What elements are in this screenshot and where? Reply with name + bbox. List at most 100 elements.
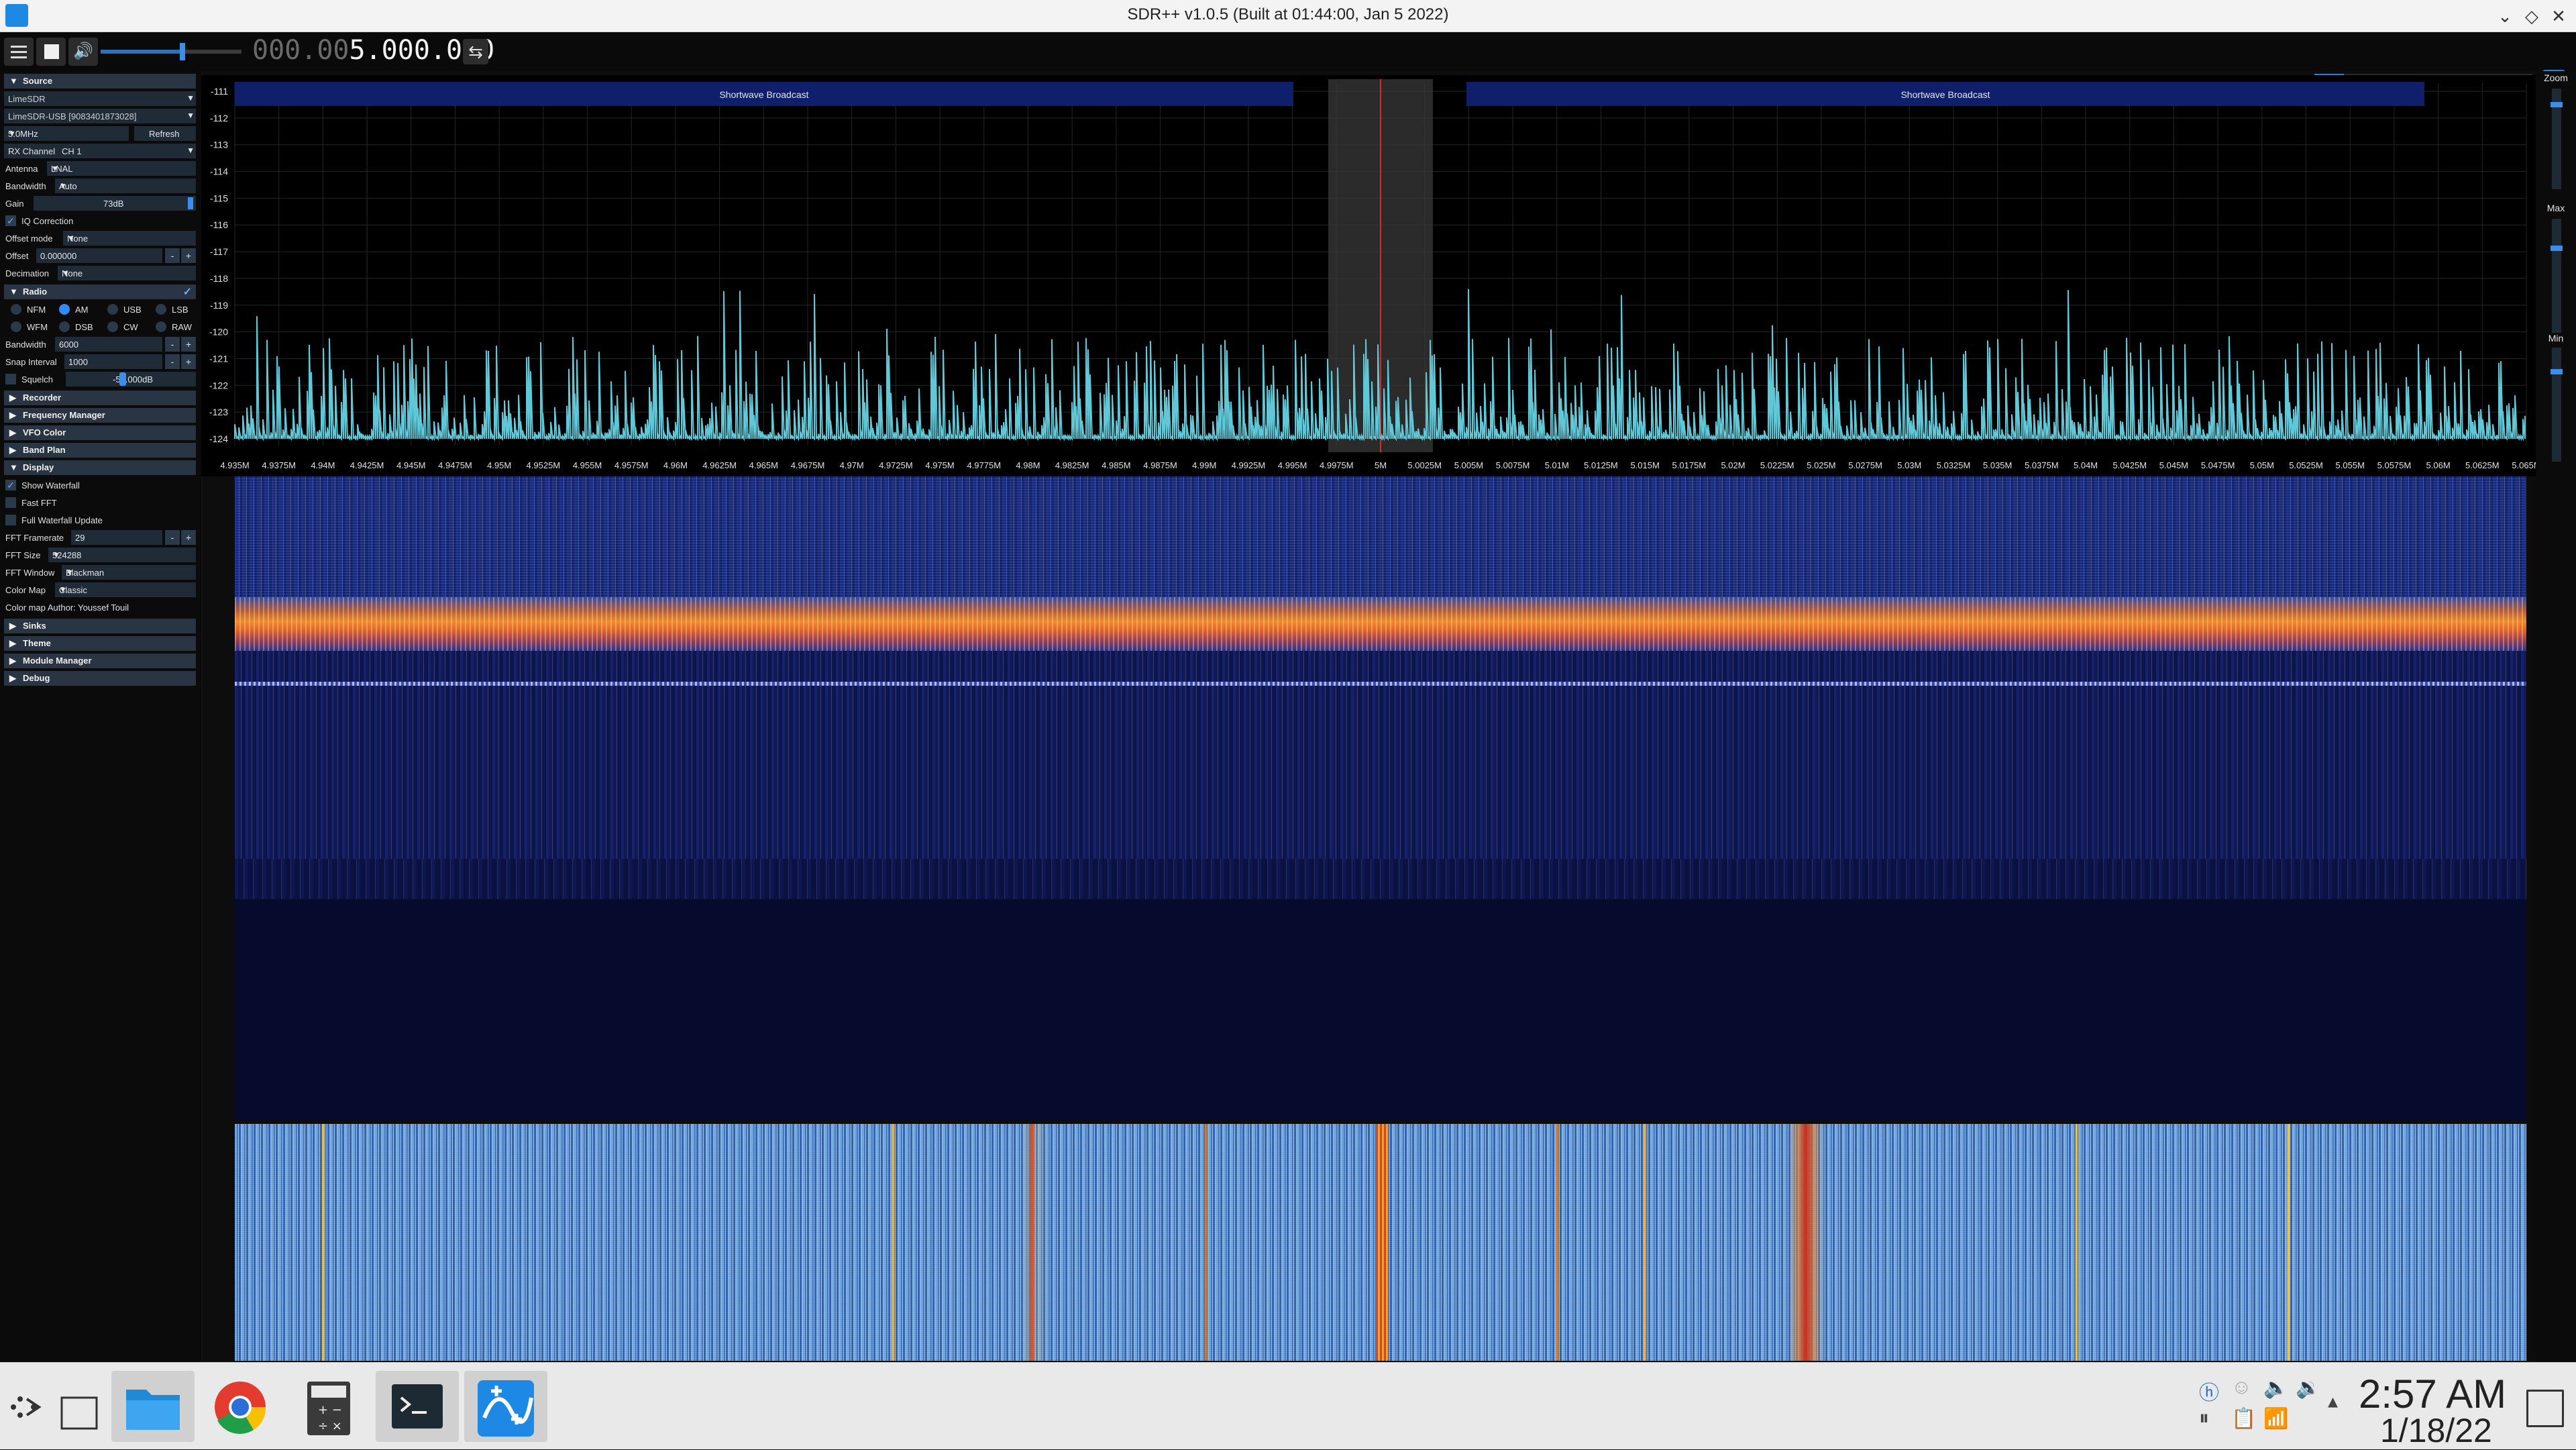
mode-cw-radio[interactable]	[107, 321, 118, 332]
fft-y-tick-label: -112	[210, 113, 228, 123]
min-slider[interactable]	[2552, 348, 2561, 462]
minimize-icon[interactable]: ⌄	[2493, 4, 2517, 28]
file-manager-icon[interactable]	[111, 1371, 195, 1442]
debug-section-header[interactable]: ▶ Debug	[4, 671, 196, 686]
squelch-slider-handle[interactable]	[119, 372, 126, 386]
expand-icon: ▶	[9, 410, 16, 420]
decimation-select[interactable]: None ▼	[58, 266, 196, 280]
frequency-manager-section-header[interactable]: ▶ Frequency Manager	[4, 408, 196, 423]
bandwidth-plus-button[interactable]: +	[181, 337, 196, 352]
mode-lsb-radio[interactable]	[156, 304, 166, 315]
mode-am-radio[interactable]	[59, 304, 70, 315]
mode-dsb-radio[interactable]	[59, 321, 70, 332]
show-waterfall-row: ✓ Show Waterfall	[4, 478, 196, 493]
antenna-select[interactable]: LNAL ▼	[47, 161, 196, 176]
close-icon[interactable]: ✕	[2546, 4, 2571, 28]
color-map-author-row: Color map Author: Youssef Touil	[5, 603, 129, 613]
source-section-header[interactable]: ▼ Source	[4, 74, 196, 89]
app-launcher-icon[interactable]	[0, 1371, 54, 1442]
mode-wfm-radio[interactable]	[11, 321, 21, 332]
wifi-icon[interactable]: 📶	[2263, 1407, 2288, 1431]
tray-expand-icon[interactable]: ▴	[2328, 1390, 2338, 1413]
swap-icon[interactable]: ⇆	[463, 39, 488, 64]
snap-interval-input[interactable]: 1000	[64, 354, 162, 369]
snap-minus-button[interactable]: -	[165, 354, 180, 369]
frequency-display[interactable]: 000.005.000.000	[252, 35, 494, 66]
volume-icon[interactable]: 🔊	[68, 38, 98, 66]
vfo-color-section-header[interactable]: ▶ VFO Color	[4, 425, 196, 440]
terminal-icon[interactable]	[376, 1371, 459, 1442]
clock-time[interactable]: 2:57 AM	[2359, 1371, 2506, 1417]
clock-date[interactable]: 1/18/22	[2380, 1411, 2492, 1450]
waterfall[interactable]	[235, 476, 2526, 1361]
samplerate-select[interactable]: 5.0MHz ▼	[4, 126, 129, 141]
stop-button[interactable]	[36, 38, 66, 66]
mode-nfm-radio[interactable]	[11, 304, 21, 315]
frequency-leading-digits[interactable]: 000.00	[252, 35, 350, 66]
fft-x-tick-label: 5.0475M	[2201, 460, 2235, 470]
show-desktop-corner-icon[interactable]	[2526, 1390, 2564, 1427]
offset-minus-button[interactable]: -	[165, 248, 180, 263]
user-icon[interactable]: ☺	[2231, 1376, 2252, 1399]
max-slider[interactable]	[2552, 219, 2561, 333]
framerate-plus-button[interactable]: +	[181, 530, 196, 545]
menu-button[interactable]	[4, 38, 34, 66]
media-pause-icon[interactable]: ⏸	[2199, 1407, 2209, 1430]
radio-bandwidth-input[interactable]: 6000	[55, 337, 162, 352]
recorder-section-header[interactable]: ▶ Recorder	[4, 391, 196, 405]
speaker-icon[interactable]: 🔈	[2263, 1376, 2288, 1400]
zoom-slider-handle[interactable]	[2551, 102, 2563, 107]
max-slider-handle[interactable]	[2551, 246, 2563, 251]
fft-window-select[interactable]: Blackman ▼	[62, 565, 196, 580]
module-manager-section-header[interactable]: ▶ Module Manager	[4, 654, 196, 668]
source-bandwidth-select[interactable]: Auto ▼	[55, 178, 196, 193]
gain-slider[interactable]: 73dB	[34, 196, 196, 211]
chrome-icon[interactable]	[199, 1371, 282, 1442]
volume-slider-handle[interactable]	[180, 43, 185, 60]
sinks-section-header[interactable]: ▶ Sinks	[4, 619, 196, 633]
maximize-icon[interactable]: ◇	[2520, 4, 2544, 28]
squelch-checkbox[interactable]	[5, 374, 16, 384]
framerate-minus-button[interactable]: -	[165, 530, 180, 545]
volume-tray-icon[interactable]: 🔉	[2296, 1376, 2320, 1400]
snap-plus-button[interactable]: +	[181, 354, 196, 369]
bandwidth-minus-button[interactable]: -	[165, 337, 180, 352]
theme-section-header[interactable]: ▶ Theme	[4, 636, 196, 651]
waterfall-carrier	[1376, 1124, 1388, 1361]
mode-raw-radio[interactable]	[156, 321, 166, 332]
refresh-button[interactable]: Refresh	[134, 126, 196, 141]
offset-plus-button[interactable]: +	[181, 248, 196, 263]
iq-correction-checkbox[interactable]: ✓	[5, 215, 16, 226]
fft-x-tick-label: 4.9775M	[967, 460, 1001, 470]
fft-x-tick-label: 4.9925M	[1232, 460, 1266, 470]
fft-plot[interactable]: Shortwave Broadcast Shortwave Broadcast …	[201, 75, 2541, 476]
device-select[interactable]: LimeSDR ▼	[4, 91, 196, 106]
clipboard-icon[interactable]: 📋	[2231, 1407, 2256, 1431]
fft-x-tick-label: 4.995M	[1278, 460, 1307, 470]
rx-channel-select[interactable]: RX Channel CH 1 ▼	[4, 144, 196, 158]
fft-framerate-input[interactable]: 29	[71, 530, 162, 545]
fft-x-tick-label: 4.955M	[573, 460, 602, 470]
radio-section-header[interactable]: ▼ Radio ✓	[4, 284, 196, 299]
calculator-icon[interactable]: + − ÷ ×	[287, 1371, 370, 1442]
band-plan-section-header[interactable]: ▶ Band Plan	[4, 443, 196, 458]
mode-usb-radio[interactable]	[107, 304, 118, 315]
check-icon: ✓	[182, 287, 192, 298]
gain-slider-handle[interactable]	[188, 197, 193, 209]
squelch-slider[interactable]: -50.000dB	[66, 372, 196, 386]
fast-fft-checkbox[interactable]	[5, 497, 16, 508]
sdrpp-taskbar-icon[interactable]	[464, 1371, 547, 1442]
fft-size-select[interactable]: 524288 ▼	[48, 548, 196, 562]
display-section-header[interactable]: ▼ Display	[4, 460, 196, 475]
color-map-select[interactable]: Classic ▼	[55, 582, 196, 597]
offset-mode-select[interactable]: None ▼	[63, 231, 196, 246]
fft-x-tick-label: 5.0175M	[1672, 460, 1707, 470]
min-slider-handle[interactable]	[2551, 369, 2563, 374]
show-waterfall-checkbox[interactable]: ✓	[5, 480, 16, 490]
full-waterfall-checkbox[interactable]	[5, 515, 16, 525]
offset-input[interactable]: 0.000000	[36, 248, 162, 263]
fft-spectrum[interactable]: Shortwave Broadcast Shortwave Broadcast …	[201, 75, 2541, 476]
device-id-select[interactable]: LimeSDR-USB [9083401873028] ▼	[4, 109, 196, 123]
show-desktop-icon[interactable]	[55, 1371, 105, 1442]
hp-icon[interactable]: ⓗ	[2199, 1376, 2219, 1406]
